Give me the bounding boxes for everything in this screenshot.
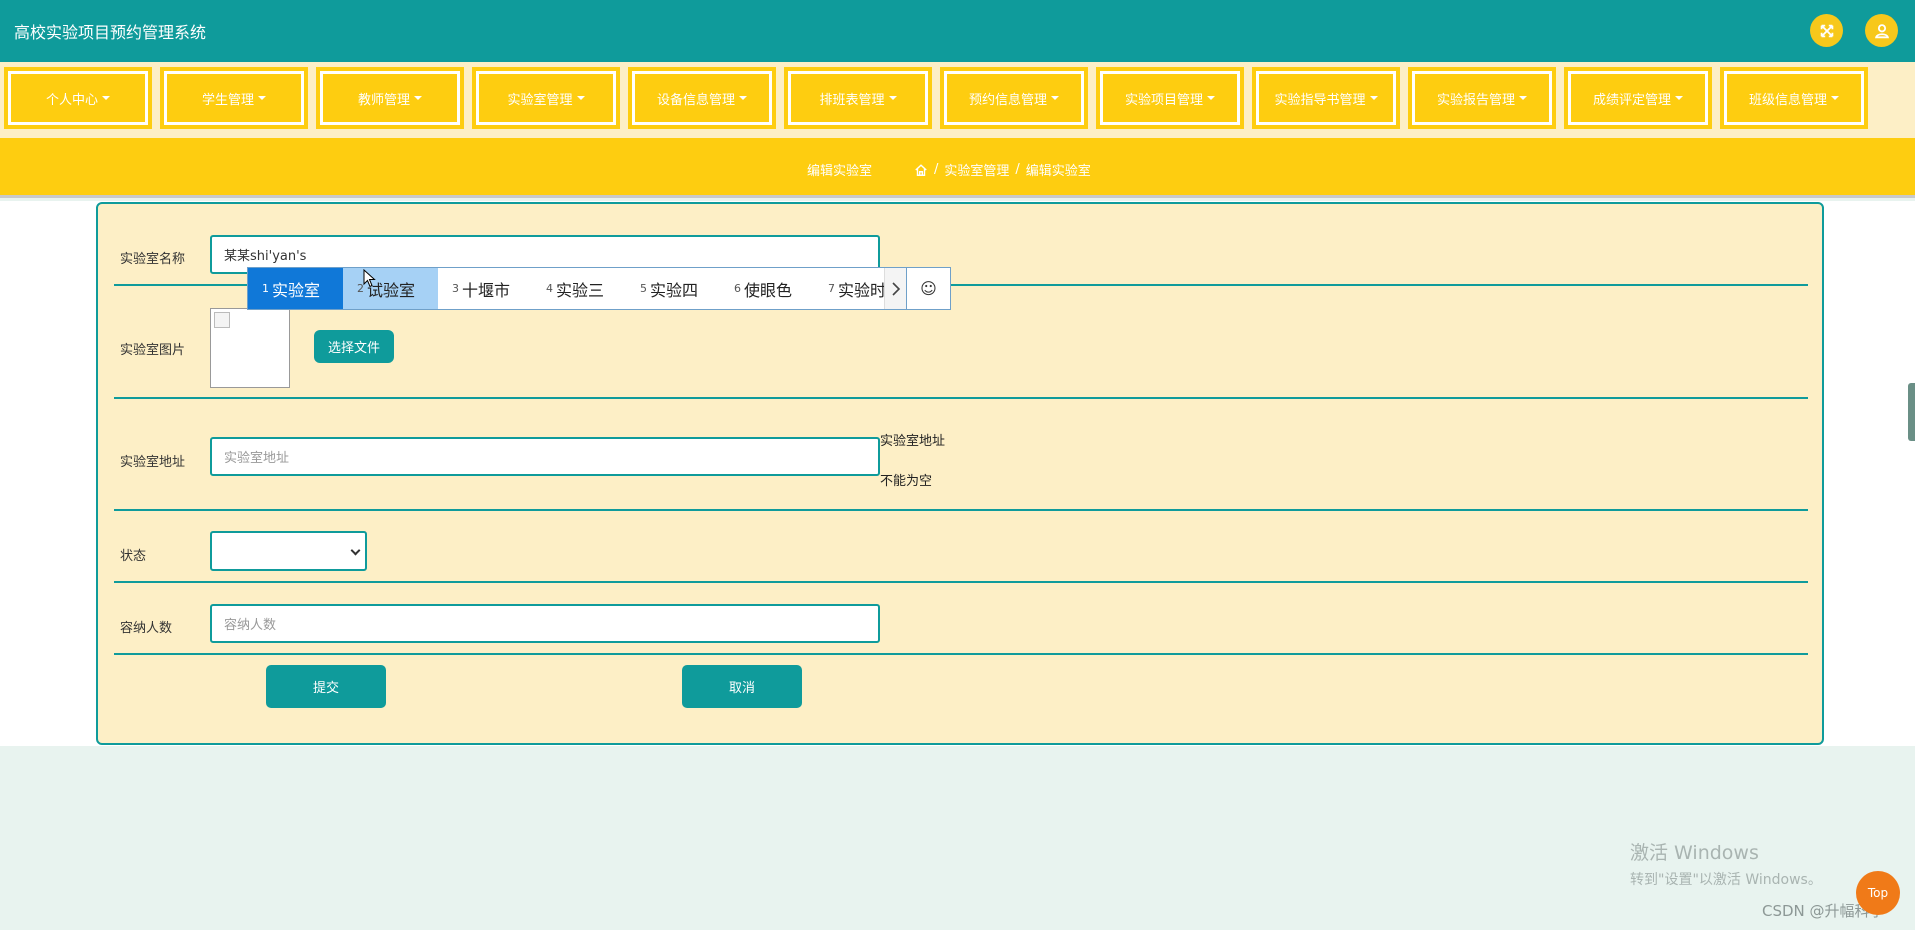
address-label: 实验室地址 (120, 455, 186, 470)
nav-item-labs[interactable]: 实验室管理 (476, 71, 616, 125)
app-title: 高校实验项目预约管理系统 (14, 23, 207, 42)
side-scroll-tab[interactable] (1908, 383, 1915, 441)
nav-item-reports[interactable]: 实验报告管理 (1412, 71, 1552, 125)
image-label: 实验室图片 (120, 343, 186, 358)
mouse-cursor-icon (363, 269, 376, 288)
ime-candidate[interactable]: 5 实验四 (626, 268, 720, 309)
lab-address-input[interactable]: 实验室地址 (210, 437, 880, 476)
page-header: 编辑实验室 / 实验室管理 / 编辑实验室 (0, 138, 1915, 198)
broken-image-icon (214, 312, 230, 328)
caret-down-icon (1831, 96, 1839, 100)
divider (114, 581, 1808, 583)
caret-down-icon (888, 96, 897, 100)
user-icon[interactable] (1865, 14, 1898, 47)
nav-item-grading[interactable]: 成绩评定管理 (1568, 71, 1708, 125)
address-error: 实验室地址 (880, 434, 946, 449)
home-icon[interactable] (914, 163, 928, 177)
main-nav: 个人中心 学生管理 教师管理 实验室管理 设备信息管理 排班表管理 预约信息管理… (0, 62, 1915, 138)
status-label: 状态 (120, 549, 147, 564)
ime-candidate[interactable]: 2 试验室 (343, 268, 438, 309)
caret-down-icon (576, 96, 585, 100)
cancel-button[interactable]: 取消 (682, 665, 802, 708)
nav-item-equipment[interactable]: 设备信息管理 (632, 71, 772, 125)
caret-down-icon (1369, 96, 1378, 100)
caret-down-icon (102, 96, 110, 100)
back-to-top-button[interactable]: Top (1856, 871, 1900, 915)
nav-item-reservations[interactable]: 预约信息管理 (944, 71, 1084, 125)
divider (114, 653, 1808, 655)
caret-down-icon (1675, 96, 1683, 100)
breadcrumb-section[interactable]: 实验室管理 (944, 160, 1009, 179)
nav-item-students[interactable]: 学生管理 (164, 71, 304, 125)
nav-item-teachers[interactable]: 教师管理 (320, 71, 460, 125)
breadcrumb-separator: / (1015, 162, 1020, 177)
nav-item-classes[interactable]: 班级信息管理 (1724, 71, 1864, 125)
divider (114, 397, 1808, 399)
submit-button[interactable]: 提交 (266, 665, 386, 708)
windows-activation-watermark: 激活 Windows 转到"设置"以激活 Windows。 (1630, 842, 1822, 888)
nav-item-personal-center[interactable]: 个人中心 (8, 71, 148, 125)
ime-candidate[interactable]: 1 实验室 (248, 268, 343, 309)
caret-down-icon (258, 96, 266, 100)
breadcrumb-separator: / (934, 162, 939, 177)
ime-next-page-icon[interactable] (884, 268, 906, 309)
ime-candidate[interactable]: 3 十堰市 (438, 268, 532, 309)
caret-down-icon (1519, 96, 1527, 100)
fullscreen-icon[interactable] (1810, 14, 1843, 47)
caret-down-icon (739, 96, 747, 100)
chevron-down-icon (350, 545, 361, 556)
name-label: 实验室名称 (120, 252, 186, 267)
lab-image-preview (210, 308, 290, 388)
breadcrumb: / 实验室管理 / 编辑实验室 (914, 160, 1091, 179)
nav-item-guides[interactable]: 实验指导书管理 (1256, 71, 1396, 125)
status-select[interactable] (210, 531, 367, 571)
capacity-label: 容纳人数 (120, 621, 173, 636)
nav-item-schedule[interactable]: 排班表管理 (788, 71, 928, 125)
capacity-input[interactable]: 容纳人数 (210, 604, 880, 643)
ime-candidate[interactable]: 7 实验时 (814, 268, 884, 309)
caret-down-icon (1051, 96, 1059, 100)
divider (114, 509, 1808, 511)
page-title: 编辑实验室 (807, 164, 873, 179)
caret-down-icon (1207, 96, 1215, 100)
top-header: 高校实验项目预约管理系统 (0, 0, 1915, 62)
breadcrumb-current: 编辑实验室 (1025, 164, 1091, 179)
ime-emoji-icon[interactable]: ☺ (906, 268, 950, 309)
ime-candidate-bar: 1 实验室 2 试验室 3 十堰市 4 实验三 5 实验四 6 使眼色 7 实验时 ☺ (247, 267, 951, 310)
choose-file-button[interactable]: 选择文件 (314, 330, 394, 363)
ime-candidate[interactable]: 4 实验三 (532, 268, 626, 309)
nav-item-projects[interactable]: 实验项目管理 (1100, 71, 1240, 125)
address-error: 不能为空 (880, 474, 933, 489)
ime-candidate[interactable]: 6 使眼色 (720, 268, 814, 309)
caret-down-icon (414, 96, 422, 100)
